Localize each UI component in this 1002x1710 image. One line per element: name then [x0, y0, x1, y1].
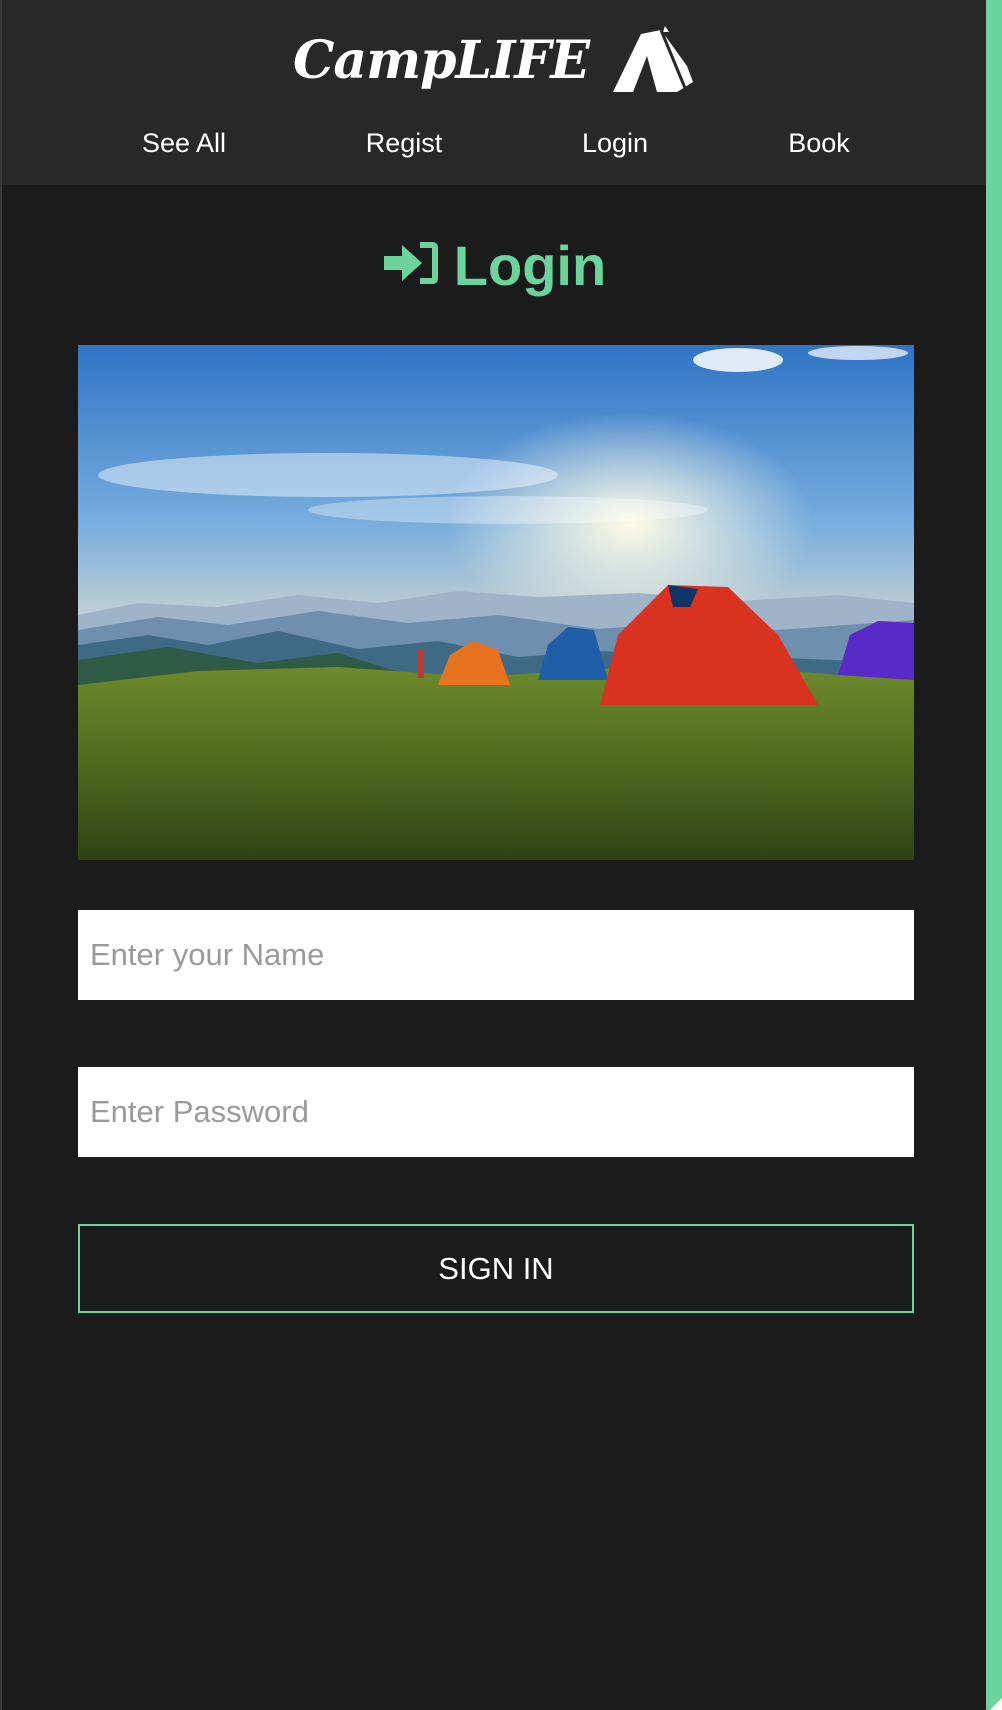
sign-in-button[interactable]: SIGN IN: [78, 1224, 914, 1313]
nav-regist[interactable]: Regist: [366, 128, 443, 159]
brand-name: CampLIFE: [293, 29, 590, 91]
tent-icon: [603, 26, 695, 94]
hero-image: [78, 345, 914, 860]
scrollbar[interactable]: [986, 0, 1002, 1710]
nav-see-all[interactable]: See All: [142, 128, 226, 159]
brand-logo[interactable]: CampLIFE: [2, 20, 986, 100]
sign-in-icon: [382, 239, 440, 291]
site-header: CampLIFE See All Regist Login Book: [2, 0, 986, 185]
nav-login[interactable]: Login: [582, 128, 648, 159]
page-title-text: Login: [453, 233, 607, 297]
page-title: Login: [2, 225, 986, 305]
resize-corner-icon: [990, 1698, 1002, 1710]
nav-book[interactable]: Book: [788, 128, 850, 159]
app-window: CampLIFE See All Regist Login Book Login…: [0, 0, 986, 1710]
name-input[interactable]: [78, 910, 914, 1000]
main-nav: See All Regist Login Book: [2, 118, 986, 178]
password-input[interactable]: [78, 1067, 914, 1157]
